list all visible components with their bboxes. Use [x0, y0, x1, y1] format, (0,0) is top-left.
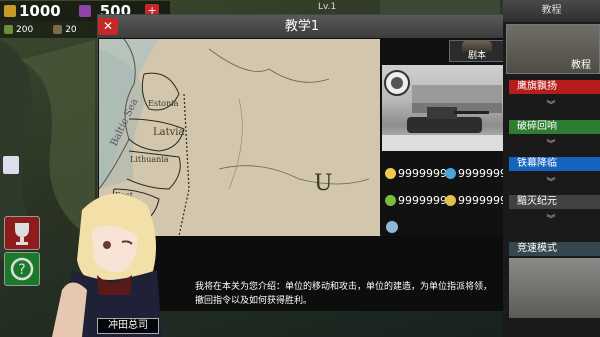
dialogue-text: 我将在本关为您介绍：单位的移动和攻击，单位的建造，为单位指派将领，撤回指令以及如…	[195, 282, 493, 306]
chevron-down-icon: ︾	[546, 101, 556, 111]
sidebar-item-speed-mode[interactable]: 竞速模式	[509, 242, 600, 256]
tank-photo	[382, 65, 505, 151]
manpower-amount: 20	[65, 24, 77, 35]
tutorial-label: 教程	[571, 60, 591, 71]
supply-amount: 200	[16, 24, 34, 35]
stat-gold: 9999999	[445, 194, 507, 207]
svg-text:?: ?	[18, 262, 25, 278]
globe-icon	[386, 221, 398, 233]
character-name: 冲田总司	[97, 318, 159, 334]
supply-icon	[4, 25, 13, 34]
map-label-ussr: U	[314, 171, 333, 196]
stat-value: 9999999	[398, 167, 447, 180]
character-portrait	[52, 180, 172, 337]
help-button[interactable]: ?	[4, 252, 40, 286]
gold-amount: 1000	[19, 2, 61, 20]
stat-supply: 9999999	[385, 194, 447, 207]
map-label-latvia: Latvia	[153, 127, 185, 138]
chevron-down-icon: ︾	[546, 178, 556, 188]
star-icon	[385, 168, 396, 179]
trophy-icon	[15, 223, 29, 245]
manpower-icon	[53, 25, 63, 34]
campaign-sidebar: 教程 教程 鹰旗飘扬 ︾ 破碎回响 ︾ 铁幕降临 ︾ 黯灭纪元 ︾ 竞速模式	[503, 0, 600, 337]
close-button[interactable]: ✕	[98, 18, 118, 35]
level-indicator: Lv.1	[318, 2, 337, 12]
question-icon: ?	[10, 257, 34, 281]
sidebar-item-eagle-flag[interactable]: 鹰旗飘扬	[509, 80, 600, 94]
leaf-icon	[385, 195, 396, 206]
diamond-icon	[445, 168, 456, 179]
script-tab-label: 剧本	[467, 51, 486, 61]
trophy-button[interactable]	[4, 216, 40, 250]
chevron-down-icon: ︾	[546, 215, 556, 225]
map-label-lithuania: Lithuania	[130, 155, 169, 164]
stat-value: 9999999	[398, 194, 447, 207]
sidebar-title: 教程	[503, 0, 600, 22]
sidebar-item-iron-curtain[interactable]: 铁幕降临	[509, 157, 600, 171]
script-tab[interactable]: 剧本	[449, 40, 505, 62]
tutorial-thumbnail[interactable]: 教程	[506, 24, 600, 74]
sidebar-item-dark-era[interactable]: 黯灭纪元	[509, 195, 600, 209]
dialog-title: 教学1	[98, 15, 506, 38]
battle-thumbnail	[509, 258, 600, 318]
chevron-down-icon: ︾	[546, 140, 556, 150]
map-label-estonia: Estonia	[148, 99, 179, 108]
medal-icon	[78, 5, 91, 17]
scenario-info-panel: 剧本 9999999 9999999 9999999 9999999	[381, 39, 507, 236]
gold-icon	[4, 5, 16, 17]
stat-infantry: 9999999	[385, 167, 447, 180]
sidebar-item-shattered-echo[interactable]: 破碎回响	[509, 120, 600, 134]
gold-icon	[445, 195, 456, 206]
unit-marker-icon[interactable]	[3, 156, 19, 174]
stat-value: 9999999	[458, 194, 507, 207]
stat-armor: 9999999	[445, 167, 507, 180]
stat-value: 9999999	[458, 167, 507, 180]
